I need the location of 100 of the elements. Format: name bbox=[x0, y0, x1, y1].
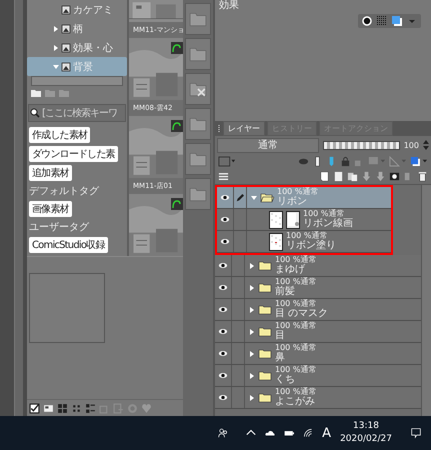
caret-right-icon[interactable] bbox=[53, 44, 59, 50]
tag[interactable]: 画像素材 bbox=[29, 201, 72, 217]
caret-right-icon[interactable] bbox=[249, 328, 255, 334]
eye-icon[interactable] bbox=[218, 350, 228, 357]
layer-mode: 100 %通常 bbox=[275, 344, 316, 352]
notification-icon[interactable] bbox=[410, 427, 421, 439]
caret-right-icon[interactable] bbox=[53, 26, 59, 32]
layer-row[interactable]: 100 %通常 くち bbox=[215, 365, 421, 387]
caret-down-icon[interactable] bbox=[251, 194, 257, 200]
mask-thumbnail bbox=[286, 210, 300, 228]
layer-row[interactable]: 100 %通常 まゆげ bbox=[215, 255, 421, 277]
folder-icon bbox=[258, 304, 272, 314]
layer-mask-icon[interactable] bbox=[389, 171, 400, 182]
tag[interactable]: ComicStudio収録 bbox=[29, 237, 108, 253]
scrollbar[interactable] bbox=[31, 76, 123, 86]
folder-action-button[interactable] bbox=[185, 143, 211, 175]
eye-icon[interactable] bbox=[220, 238, 230, 245]
layer-mode: 100 %通常 bbox=[275, 322, 316, 330]
scrollbar[interactable] bbox=[14, 0, 23, 416]
checkbox-icon[interactable] bbox=[29, 402, 40, 414]
eye-icon[interactable] bbox=[220, 216, 230, 223]
folder-action-button[interactable] bbox=[185, 108, 211, 140]
blend-mode-dropdown[interactable]: 通常 bbox=[217, 138, 319, 152]
eye-icon[interactable] bbox=[218, 306, 228, 313]
scrollbar[interactable] bbox=[421, 185, 431, 416]
layer-color-icon[interactable] bbox=[410, 156, 428, 167]
folder-action-button[interactable] bbox=[185, 3, 211, 35]
circle-icon[interactable] bbox=[362, 16, 372, 26]
tab[interactable]: レイヤー bbox=[223, 121, 265, 136]
caret-right-icon[interactable] bbox=[249, 306, 255, 312]
new-layer-icon[interactable] bbox=[319, 171, 330, 182]
layers-icon[interactable] bbox=[218, 171, 229, 182]
small-grid-icon[interactable] bbox=[71, 402, 82, 414]
color-icon[interactable] bbox=[392, 16, 402, 26]
layer-mode: 100 %通常 bbox=[286, 232, 328, 240]
folder-icon bbox=[189, 80, 207, 98]
layer-row[interactable]: 100 %通常 目 bbox=[215, 321, 421, 343]
tree-item[interactable]: 柄 bbox=[27, 19, 127, 38]
tone-icon[interactable] bbox=[377, 16, 387, 26]
folder-action-button[interactable] bbox=[185, 73, 211, 105]
trash-icon[interactable] bbox=[417, 171, 428, 182]
folder-icon bbox=[258, 348, 272, 358]
transfer-icon[interactable] bbox=[361, 171, 372, 182]
layer-row[interactable]: 100 %通常 リボン線画 bbox=[217, 209, 391, 231]
wifi-icon[interactable] bbox=[303, 427, 314, 439]
layer-mode: 100 %通常 bbox=[303, 210, 346, 218]
tag[interactable]: 作成した素材 bbox=[29, 127, 90, 143]
folder-action-button[interactable] bbox=[185, 178, 211, 210]
folder-icon bbox=[189, 10, 207, 28]
card-view-icon[interactable] bbox=[43, 402, 54, 414]
caret-down-icon[interactable] bbox=[53, 64, 59, 70]
panel-title: 効果 bbox=[219, 0, 240, 12]
eye-icon[interactable] bbox=[220, 194, 230, 201]
eye-icon[interactable] bbox=[218, 394, 228, 401]
layer-row[interactable]: 100 %通常 鼻 bbox=[215, 343, 421, 365]
folder-icon bbox=[260, 192, 274, 202]
eye-icon[interactable] bbox=[218, 262, 228, 269]
layer-name: 鼻 bbox=[275, 352, 286, 363]
layer-row[interactable]: 100 %通常 前髪 bbox=[215, 277, 421, 299]
eye-icon[interactable] bbox=[218, 284, 228, 291]
eye-icon[interactable] bbox=[218, 372, 228, 379]
pen-icon bbox=[236, 194, 244, 202]
layer-mode: 100 %通常 bbox=[277, 188, 318, 196]
caret-right-icon[interactable] bbox=[249, 284, 255, 290]
layer-mode: 100 %通常 bbox=[275, 366, 316, 374]
color-swatch-icon[interactable] bbox=[218, 156, 236, 167]
layer-name: リボン塗り bbox=[286, 240, 336, 251]
layer-row[interactable]: 100 %通常 目 のマスク bbox=[215, 299, 421, 321]
layer-row[interactable]: 100 %通常 よこがみ bbox=[215, 387, 421, 409]
tree-item[interactable]: 効果・心 bbox=[27, 38, 127, 57]
list-view-icon[interactable] bbox=[85, 402, 96, 414]
spinner-icon[interactable] bbox=[423, 140, 429, 150]
ime-indicator[interactable]: A bbox=[322, 426, 332, 440]
caret-right-icon[interactable] bbox=[249, 372, 255, 378]
eye-icon[interactable] bbox=[218, 328, 228, 335]
tag-heading: ユーザータグ bbox=[29, 221, 89, 234]
folder-action-button[interactable] bbox=[185, 38, 211, 70]
search-icon bbox=[30, 108, 40, 118]
material-icon bbox=[61, 62, 71, 72]
layer-name: 目 のマスク bbox=[275, 308, 328, 319]
clock[interactable]: 13:18 2020/02/27 bbox=[340, 420, 392, 446]
caret-right-icon[interactable] bbox=[249, 350, 255, 356]
folder-icon bbox=[258, 282, 272, 292]
tag[interactable]: 追加素材 bbox=[29, 165, 72, 181]
people-icon[interactable] bbox=[218, 427, 228, 439]
caret-right-icon[interactable] bbox=[249, 262, 255, 268]
grid-view-icon[interactable] bbox=[57, 402, 68, 414]
tree-item[interactable]: カケアミ bbox=[27, 0, 127, 19]
caret-right-icon[interactable] bbox=[249, 394, 255, 400]
folder-icon bbox=[258, 370, 272, 380]
layer-mode: 100 %通常 bbox=[275, 278, 316, 286]
download-icon bbox=[171, 198, 183, 210]
layer-row[interactable]: 100 %通常 リボン bbox=[217, 187, 391, 209]
menu-icon[interactable] bbox=[217, 124, 221, 134]
lock-icon[interactable] bbox=[340, 156, 351, 167]
tag-heading: デフォルトタグ bbox=[29, 185, 99, 198]
tag[interactable]: ダウンロードした素 bbox=[29, 146, 118, 162]
layer-mode: 100 %通常 bbox=[275, 256, 316, 264]
search-field[interactable]: [ここに検索キーワ bbox=[28, 104, 126, 122]
layer-row[interactable]: 100 %通常 リボン塗り bbox=[217, 231, 391, 253]
